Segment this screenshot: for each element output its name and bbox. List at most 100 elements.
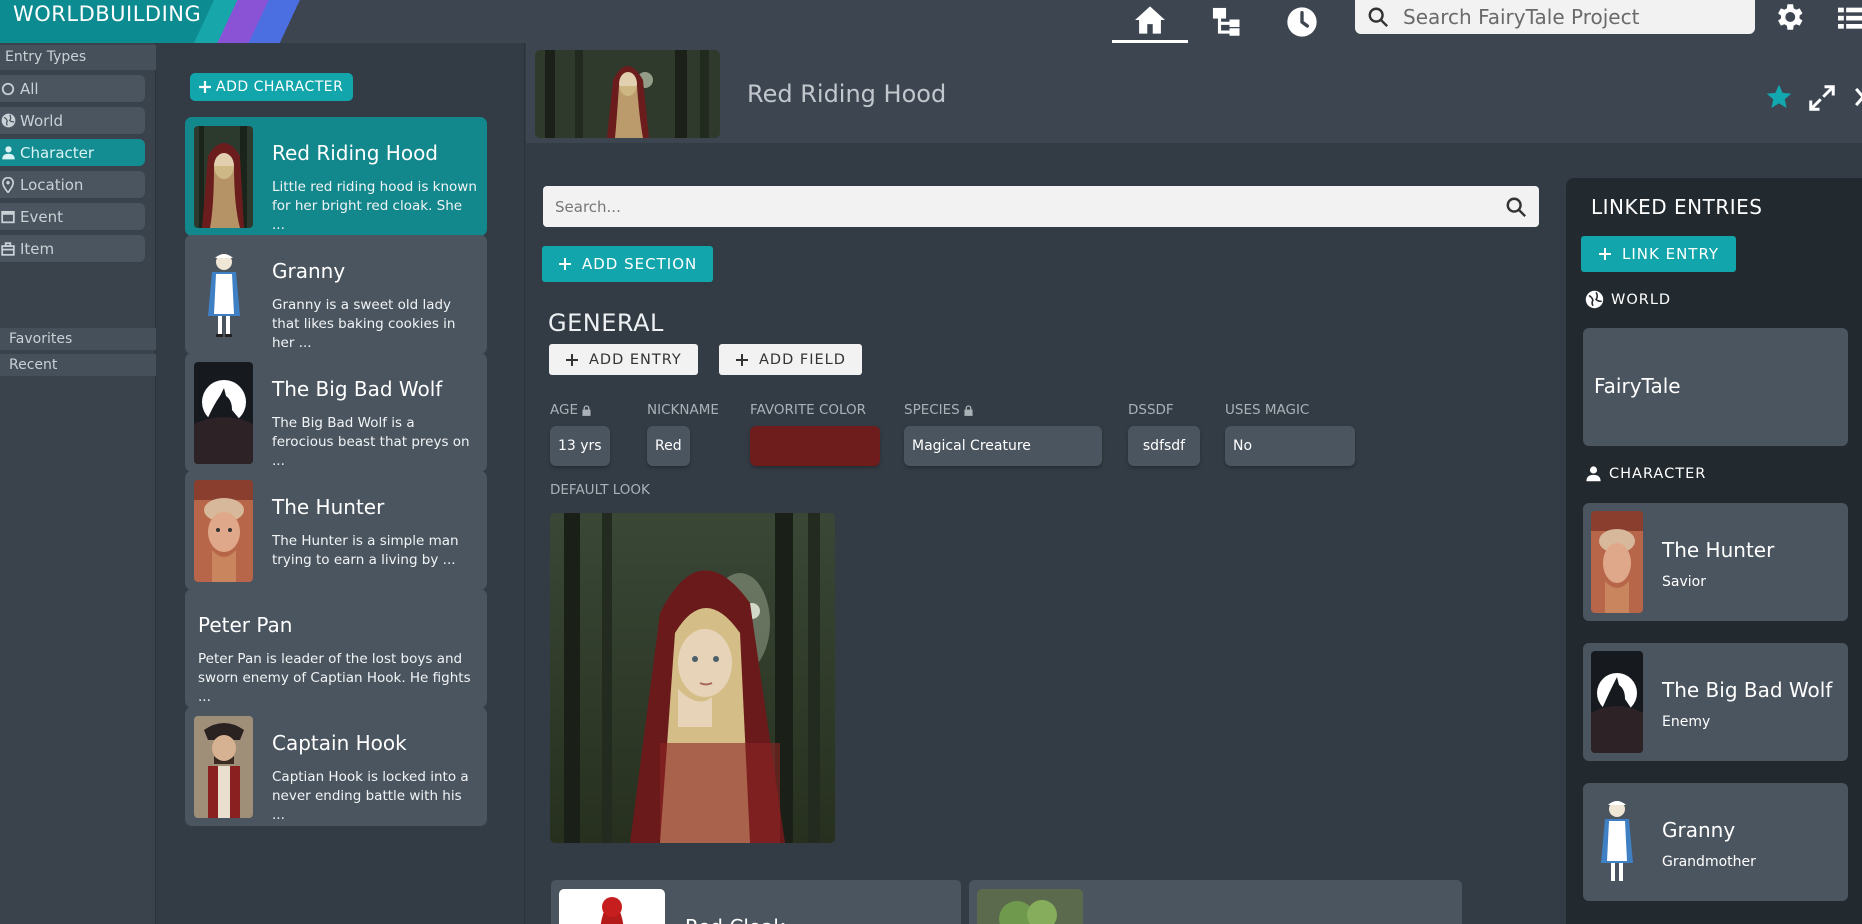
character-card[interactable]: Red Riding Hood Little red riding hood i… bbox=[185, 117, 487, 236]
global-search-input[interactable] bbox=[1403, 5, 1733, 29]
star-icon bbox=[1766, 84, 1792, 108]
filter-world[interactable]: World bbox=[0, 107, 145, 134]
add-section-button[interactable]: ADD SECTION bbox=[542, 246, 714, 282]
linked-entries-title: LINKED ENTRIES bbox=[1591, 195, 1763, 219]
default-look-image[interactable] bbox=[550, 513, 835, 843]
field-label-text: DSSDF bbox=[1128, 402, 1174, 418]
close-button[interactable] bbox=[1852, 83, 1862, 115]
person-icon bbox=[1586, 466, 1601, 482]
menu-button[interactable] bbox=[1838, 0, 1862, 34]
character-name: Red Riding Hood bbox=[272, 141, 438, 165]
filter-world-label: World bbox=[20, 111, 63, 130]
plus-icon bbox=[736, 353, 748, 366]
field-label-dssdf: DSSDF bbox=[1128, 402, 1174, 418]
filter-character[interactable]: Character bbox=[0, 139, 145, 166]
plus-icon bbox=[199, 81, 211, 93]
entry-types-heading: Entry Types bbox=[0, 45, 156, 70]
linked-entries-panel: LINKED ENTRIES LINK ENTRY WORLD FairyTal… bbox=[1566, 178, 1862, 924]
field-value-favorite-color[interactable] bbox=[750, 426, 880, 466]
linked-character-role: Savior bbox=[1662, 574, 1706, 590]
entry-banner-image bbox=[535, 50, 720, 138]
linked-character-label: CHARACTER bbox=[1609, 465, 1707, 482]
global-search[interactable] bbox=[1355, 0, 1755, 34]
linked-character-name: Granny bbox=[1662, 818, 1736, 842]
field-label-age: AGE bbox=[550, 402, 591, 418]
linked-world-card[interactable]: FairyTale bbox=[1583, 328, 1848, 446]
linked-character-card[interactable]: Granny Grandmother bbox=[1583, 783, 1848, 901]
linked-character-name: The Big Bad Wolf bbox=[1662, 678, 1833, 702]
add-entry-button[interactable]: ADD ENTRY bbox=[549, 344, 698, 375]
character-description: Peter Pan is leader of the lost boys and… bbox=[198, 651, 471, 705]
expand-icon bbox=[1809, 85, 1835, 111]
filter-character-label: Character bbox=[20, 143, 95, 162]
linked-character-role: Enemy bbox=[1662, 714, 1711, 730]
character-card[interactable]: The Big Bad Wolf The Big Bad Wolf is a f… bbox=[185, 353, 487, 472]
add-character-label: ADD CHARACTER bbox=[216, 79, 344, 95]
default-look-label: DEFAULT LOOK bbox=[550, 482, 650, 498]
add-field-button[interactable]: ADD FIELD bbox=[719, 344, 862, 375]
field-label-text: NICKNAME bbox=[647, 402, 719, 418]
character-description: The Hunter is a simple man trying to ear… bbox=[272, 533, 459, 568]
field-value-nickname[interactable]: Red bbox=[647, 426, 690, 466]
field-value-dssdf[interactable]: sdfsdf bbox=[1128, 426, 1200, 466]
favorites-link[interactable]: Favorites bbox=[0, 328, 156, 350]
gear-icon bbox=[1778, 4, 1803, 30]
character-card[interactable]: Granny Granny is a sweet old lady that l… bbox=[185, 235, 487, 354]
character-thumbnail bbox=[194, 244, 253, 346]
filter-item[interactable]: Item bbox=[0, 235, 145, 262]
filter-all-label: All bbox=[20, 79, 39, 98]
field-label-text: FAVORITE COLOR bbox=[750, 402, 867, 418]
linked-character-heading: CHARACTER bbox=[1585, 465, 1706, 482]
field-label-species: SPECIES bbox=[904, 402, 973, 418]
filter-event[interactable]: Event bbox=[0, 203, 145, 230]
character-name: The Hunter bbox=[272, 495, 385, 519]
item-icon bbox=[1, 241, 15, 256]
item-thumbnail bbox=[559, 889, 665, 924]
tree-nav-button[interactable] bbox=[1207, 0, 1247, 43]
link-entry-label: LINK ENTRY bbox=[1622, 245, 1720, 263]
linked-world-name: FairyTale bbox=[1594, 374, 1681, 398]
close-icon bbox=[1855, 87, 1862, 107]
recent-link[interactable]: Recent bbox=[0, 354, 156, 376]
character-thumbnail bbox=[1591, 651, 1643, 753]
expand-button[interactable] bbox=[1807, 83, 1837, 117]
add-character-button[interactable]: ADD CHARACTER bbox=[190, 73, 354, 101]
field-value-age[interactable]: 13 yrs bbox=[550, 426, 610, 466]
history-nav-button[interactable] bbox=[1282, 0, 1322, 43]
field-label-text: USES MAGIC bbox=[1225, 402, 1310, 418]
item-name: Red Cloak bbox=[685, 915, 785, 924]
entry-search[interactable] bbox=[543, 186, 1539, 227]
linked-character-card[interactable]: The Big Bad Wolf Enemy bbox=[1583, 643, 1848, 761]
character-thumbnail bbox=[194, 480, 253, 582]
app-title: WORLDBUILDING bbox=[13, 2, 202, 26]
field-label-favorite-color: FAVORITE COLOR bbox=[750, 402, 866, 418]
linked-character-card[interactable]: The Hunter Savior bbox=[1583, 503, 1848, 621]
field-value-uses-magic[interactable]: No bbox=[1225, 426, 1355, 466]
linked-character-role: Grandmother bbox=[1662, 854, 1756, 870]
person-icon bbox=[1, 146, 15, 160]
search-icon bbox=[1368, 7, 1389, 28]
add-entry-label: ADD ENTRY bbox=[589, 351, 682, 368]
character-card[interactable]: Captain Hook Captian Hook is locked into… bbox=[185, 707, 487, 826]
linked-item-card[interactable] bbox=[969, 880, 1462, 924]
section-title: GENERAL bbox=[548, 309, 664, 337]
entry-search-input[interactable] bbox=[555, 197, 1505, 216]
lock-icon bbox=[582, 404, 591, 416]
filter-location[interactable]: Location bbox=[0, 171, 145, 198]
home-nav-button[interactable] bbox=[1112, 0, 1188, 43]
lock-icon bbox=[964, 404, 973, 416]
character-card[interactable]: Peter Pan Peter Pan is leader of the los… bbox=[185, 589, 487, 708]
character-card[interactable]: The Hunter The Hunter is a simple man tr… bbox=[185, 471, 487, 590]
favorite-button[interactable] bbox=[1765, 83, 1793, 115]
filter-all[interactable]: All bbox=[0, 75, 145, 102]
link-entry-button[interactable]: LINK ENTRY bbox=[1581, 236, 1737, 272]
character-thumbnail bbox=[194, 362, 253, 464]
field-value-species[interactable]: Magical Creature bbox=[904, 426, 1102, 466]
settings-button[interactable] bbox=[1772, 0, 1806, 34]
home-icon bbox=[1135, 6, 1165, 34]
tree-icon bbox=[1212, 7, 1240, 36]
plus-icon bbox=[566, 353, 578, 366]
linked-world-heading: WORLD bbox=[1585, 290, 1671, 309]
linked-item-card[interactable]: Red Cloak bbox=[551, 880, 961, 924]
all-icon bbox=[1, 82, 15, 95]
